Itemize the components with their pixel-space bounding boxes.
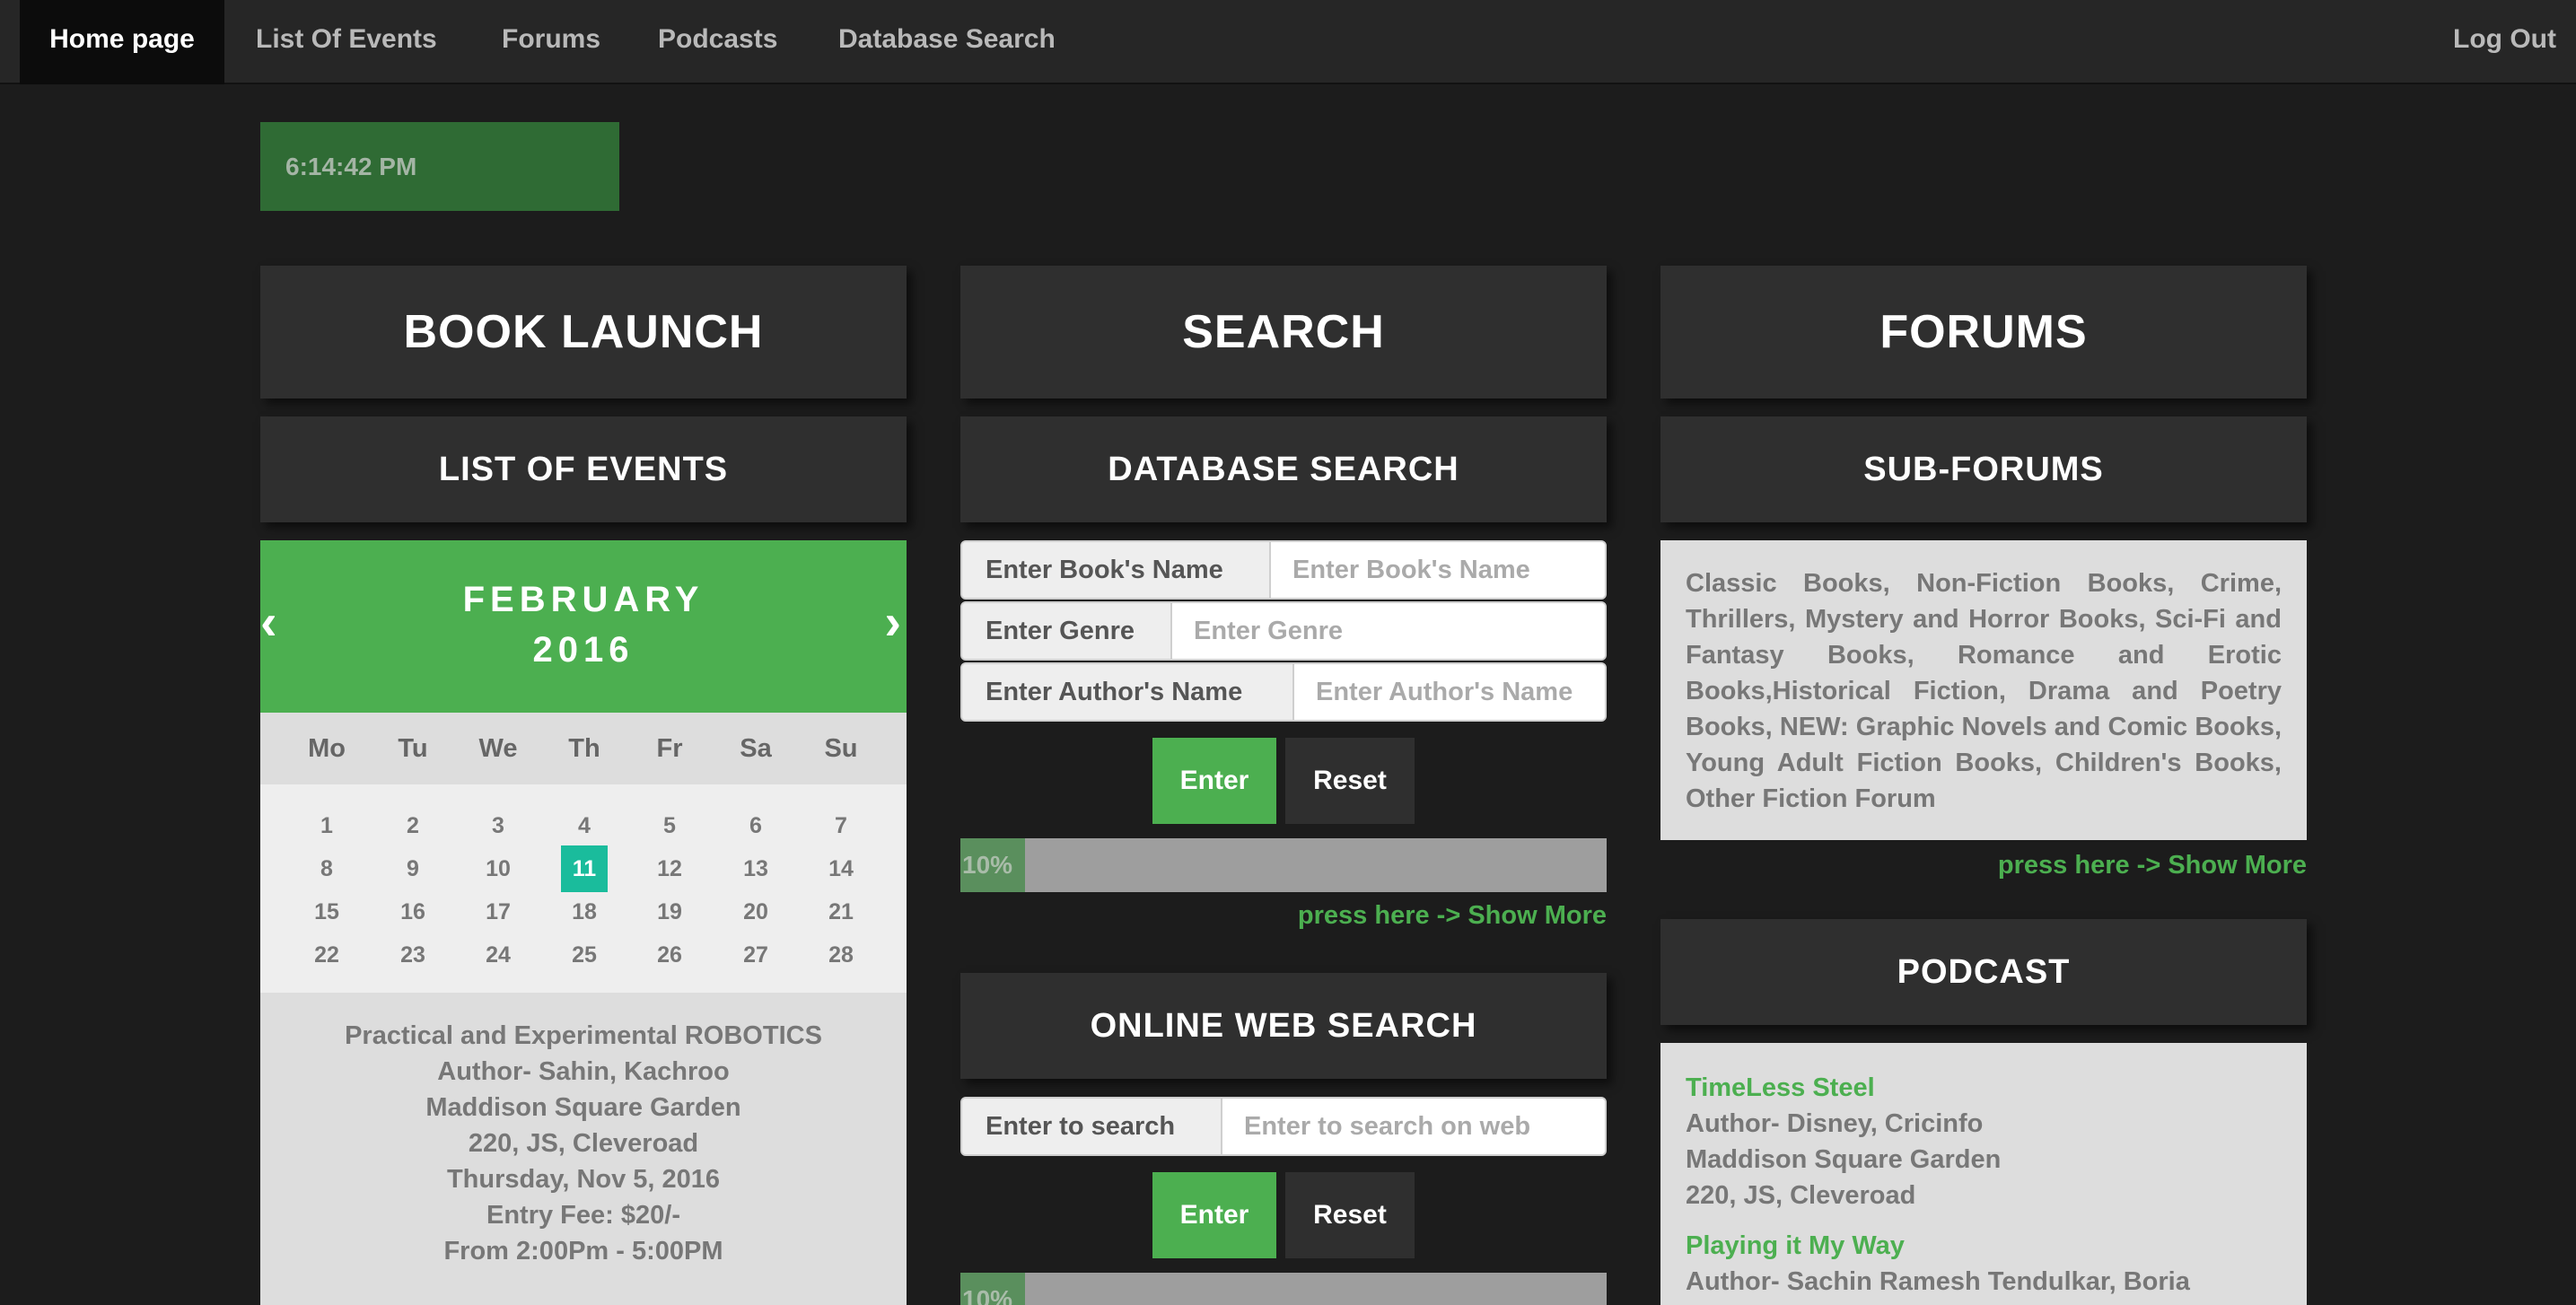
nav-forums-link[interactable]: Forums: [502, 0, 600, 84]
calendar-day[interactable]: 23: [390, 932, 436, 978]
weekday-label: Sa: [740, 734, 772, 763]
clock-display: 6:14:42 PM: [260, 122, 619, 211]
calendar-day[interactable]: 3: [475, 802, 521, 849]
list-of-events-heading: LIST OF EVENTS: [260, 416, 907, 522]
calendar-day[interactable]: 22: [303, 932, 350, 978]
event-date: Thursday, Nov 5, 2016: [446, 1165, 721, 1194]
calendar-day[interactable]: 16: [390, 889, 436, 935]
nav-events-link[interactable]: List Of Events: [256, 0, 437, 84]
calendar-weekdays: Mo Tu We Th Fr Sa Su: [260, 713, 907, 784]
calendar-day[interactable]: 26: [646, 932, 693, 978]
genre-input[interactable]: [1172, 603, 1605, 659]
podcast-list: TimeLess Steel Author- Disney, Cricinfo …: [1660, 1043, 2307, 1305]
author-name-input[interactable]: [1294, 664, 1605, 720]
author-name-field: Enter Author's Name: [960, 662, 1607, 722]
calendar-day-today[interactable]: 11: [561, 845, 608, 892]
nav-database-link[interactable]: Database Search: [838, 0, 1056, 84]
weekday-label: Tu: [398, 734, 428, 763]
calendar-day[interactable]: 18: [561, 889, 608, 935]
author-name-label: Enter Author's Name: [962, 664, 1294, 720]
calendar-next-icon[interactable]: ›: [884, 592, 901, 651]
calendar-day[interactable]: 20: [732, 889, 779, 935]
top-navbar: Home page List Of Events Forums Podcasts…: [0, 0, 2576, 84]
forums-show-more-link[interactable]: press here -> Show More: [1998, 851, 2307, 880]
calendar-days-grid: 1 2 3 4 5 6 7 8 9 10 11 12 13 14 15 16 17 18 19 20 21 22 23 24 2…: [260, 784, 907, 993]
calendar-day[interactable]: 25: [561, 932, 608, 978]
book-name-field: Enter Book's Name: [960, 540, 1607, 600]
calendar-day[interactable]: 28: [818, 932, 864, 978]
db-show-more-link[interactable]: press here -> Show More: [1298, 901, 1607, 931]
calendar-day[interactable]: 5: [646, 802, 693, 849]
sub-forums-heading: SUB-FORUMS: [1660, 416, 2307, 522]
genre-label: Enter Genre: [962, 603, 1172, 659]
event-fee: Entry Fee: $20/-: [486, 1201, 680, 1230]
web-search-field: Enter to search: [960, 1097, 1607, 1156]
db-progress-fill: 10%: [960, 838, 1025, 892]
forums-heading: FORUMS: [1660, 266, 2307, 399]
podcast-item-venue: Maddison Square Garden: [1686, 1145, 2002, 1174]
event-venue: Maddison Square Garden: [425, 1093, 741, 1122]
web-progress-fill: 10%: [960, 1273, 1025, 1305]
event-title: Practical and Experimental ROBOTICS: [345, 1021, 822, 1050]
weekday-label: Su: [824, 734, 858, 763]
calendar-day[interactable]: 13: [732, 845, 779, 892]
podcast-item-title[interactable]: TimeLess Steel: [1686, 1070, 2282, 1106]
search-heading: SEARCH: [960, 266, 1607, 399]
calendar-day[interactable]: 15: [303, 889, 350, 935]
nav-home-link[interactable]: Home page: [20, 0, 224, 84]
book-launch-heading: BOOK LAUNCH: [260, 266, 907, 399]
event-time: From 2:00Pm - 5:00PM: [443, 1237, 723, 1266]
event-author: Author- Sahin, Kachroo: [437, 1057, 730, 1086]
podcast-item-address: 220, JS, Cleveroad: [1686, 1181, 1916, 1210]
calendar-header: ‹ FEBRUARY 2016 ›: [260, 540, 907, 713]
calendar-day[interactable]: 19: [646, 889, 693, 935]
calendar-day[interactable]: 14: [818, 845, 864, 892]
calendar-month: FEBRUARY: [462, 580, 705, 619]
genre-field: Enter Genre: [960, 601, 1607, 661]
calendar-day[interactable]: 12: [646, 845, 693, 892]
weekday-label: Fr: [656, 734, 683, 763]
weekday-label: We: [478, 734, 518, 763]
podcast-heading: PODCAST: [1660, 919, 2307, 1025]
calendar-year: 2016: [532, 630, 635, 670]
sub-forums-list: Classic Books, Non-Fiction Books, Crime,…: [1660, 540, 2307, 840]
calendar-day[interactable]: 6: [732, 802, 779, 849]
web-search-label: Enter to search: [962, 1099, 1222, 1154]
online-web-search-heading: ONLINE WEB SEARCH: [960, 973, 1607, 1079]
calendar-day[interactable]: 17: [475, 889, 521, 935]
calendar-day[interactable]: 9: [390, 845, 436, 892]
podcast-item-author: Author- Disney, Cricinfo: [1686, 1109, 1984, 1138]
calendar-day[interactable]: 27: [732, 932, 779, 978]
podcast-item-author: Author- Sachin Ramesh Tendulkar, Boria: [1686, 1267, 2190, 1296]
calendar-day[interactable]: 4: [561, 802, 608, 849]
calendar-day[interactable]: 7: [818, 802, 864, 849]
nav-logout-link[interactable]: Log Out: [2453, 0, 2556, 84]
db-progress-bar: 10%: [960, 838, 1607, 892]
web-search-input[interactable]: [1222, 1099, 1605, 1154]
podcast-item-title[interactable]: Playing it My Way: [1686, 1228, 2282, 1264]
web-progress-bar: 10%: [960, 1273, 1607, 1305]
db-enter-button[interactable]: Enter: [1152, 738, 1276, 824]
calendar-day[interactable]: 8: [303, 845, 350, 892]
nav-podcasts-link[interactable]: Podcasts: [658, 0, 777, 84]
calendar-day[interactable]: 2: [390, 802, 436, 849]
calendar-day[interactable]: 21: [818, 889, 864, 935]
web-enter-button[interactable]: Enter: [1152, 1172, 1276, 1258]
calendar-day[interactable]: 24: [475, 932, 521, 978]
db-reset-button[interactable]: Reset: [1285, 738, 1415, 824]
book-name-label: Enter Book's Name: [962, 542, 1271, 598]
web-reset-button[interactable]: Reset: [1285, 1172, 1415, 1258]
event-card: Practical and Experimental ROBOTICS Auth…: [260, 993, 907, 1305]
calendar-day[interactable]: 10: [475, 845, 521, 892]
book-name-input[interactable]: [1271, 542, 1605, 598]
calendar-day[interactable]: 1: [303, 802, 350, 849]
weekday-label: Mo: [308, 734, 346, 763]
event-address: 220, JS, Cleveroad: [468, 1129, 699, 1158]
database-search-heading: DATABASE SEARCH: [960, 416, 1607, 522]
weekday-label: Th: [568, 734, 600, 763]
